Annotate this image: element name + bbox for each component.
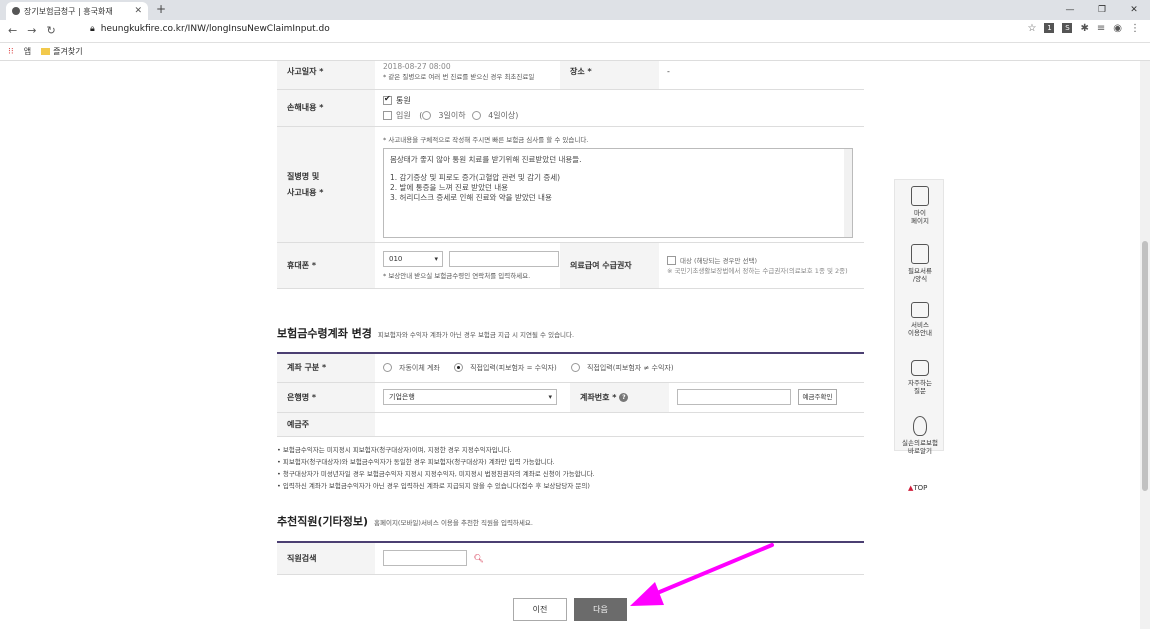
window-controls: — ❐ ✕ (1054, 0, 1150, 20)
lock-icon[interactable]: 🔒︎ (90, 24, 95, 34)
bookmark-apps[interactable]: 앱 (24, 46, 31, 57)
scroll-thumb[interactable] (1142, 241, 1148, 491)
folder-icon (41, 48, 51, 55)
close-window-button[interactable]: ✕ (1118, 0, 1150, 20)
bookmark-favorites[interactable]: 즐겨찾기 (41, 46, 83, 57)
apps-icon[interactable]: ⁝⁝ (8, 47, 14, 57)
reading-list-icon[interactable]: ≡ (1097, 23, 1105, 34)
tab-title: 장기보험금청구 | 흥국화재 (24, 6, 113, 16)
menu-icon[interactable]: ⋮ (1130, 23, 1140, 34)
extensions: ☆ 1 S ✱ ≡ ◉ ⋮ (1028, 23, 1140, 34)
minimize-button[interactable]: — (1054, 0, 1086, 20)
close-tab-icon[interactable]: ✕ (134, 6, 142, 16)
page-scrollbar[interactable] (1140, 61, 1150, 629)
page-content: 사고일자 * 2018-08-27 08:00 * 같은 질병으로 여러 번 진… (0, 61, 1140, 629)
back-icon[interactable]: ← (8, 24, 17, 37)
restore-button[interactable]: ❐ (1086, 0, 1118, 20)
forward-icon[interactable]: → (27, 24, 36, 37)
browser-tab[interactable]: 장기보험금청구 | 흥국화재 ✕ (6, 2, 148, 20)
extension-icon[interactable]: 1 (1044, 23, 1055, 33)
extension-icon[interactable]: S (1062, 23, 1073, 33)
bookmarks-bar: ⁝⁝ 앱 즐겨찾기 (0, 43, 1150, 61)
profile-icon[interactable]: ◉ (1113, 23, 1122, 34)
annotation-arrow (630, 543, 774, 606)
star-icon[interactable]: ☆ (1028, 23, 1037, 34)
browser-tabbar: 장기보험금청구 | 흥국화재 ✕ + — ❐ ✕ (0, 0, 1150, 20)
reload-icon[interactable]: ↻ (46, 24, 55, 37)
url-field[interactable]: heungkukfire.co.kr/INW/longInsuNewClaimI… (101, 24, 330, 34)
address-bar: ← → ↻ 🔒︎ heungkukfire.co.kr/INW/longInsu… (0, 20, 1150, 43)
favicon-icon (12, 7, 20, 15)
puzzle-icon[interactable]: ✱ (1080, 23, 1088, 34)
new-tab-button[interactable]: + (156, 2, 166, 16)
